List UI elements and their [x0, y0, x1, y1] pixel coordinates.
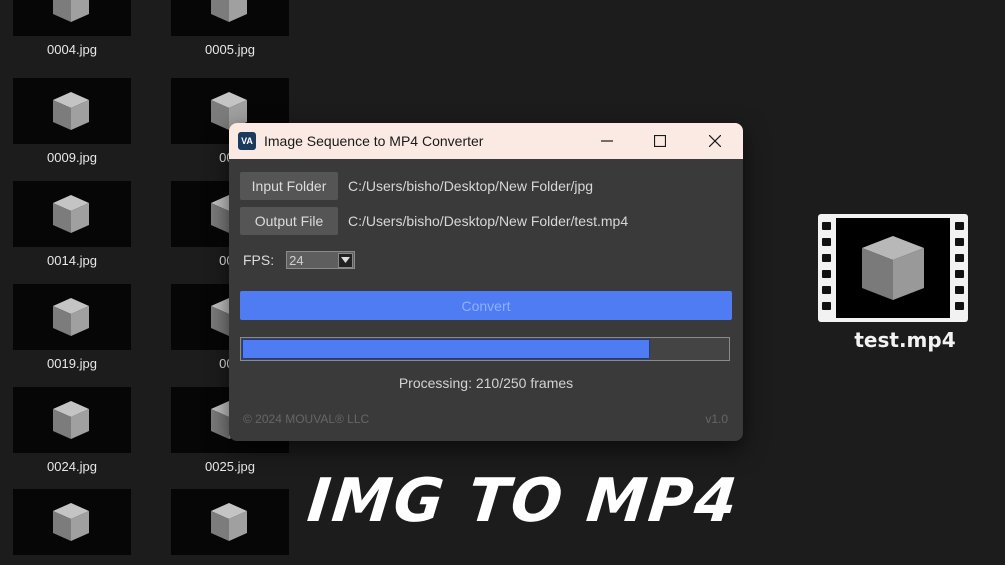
close-button[interactable] [692, 123, 738, 159]
title-bar[interactable]: VA Image Sequence to MP4 Converter [229, 123, 743, 159]
progress-bar [240, 337, 730, 361]
convert-button[interactable]: Convert [240, 291, 732, 320]
cube-thumbnail-image [171, 489, 289, 555]
file-label: 0014.jpg [47, 253, 97, 268]
converter-window: VA Image Sequence to MP4 Converter Input… [229, 123, 743, 441]
cube-thumbnail-image [13, 0, 131, 36]
file-label: 0009.jpg [47, 150, 97, 165]
sprocket-hole [955, 286, 964, 294]
input-folder-row: Input Folder C:/Users/bisho/Desktop/New … [240, 172, 593, 200]
input-folder-path: C:/Users/bisho/Desktop/New Folder/jpg [348, 178, 594, 194]
file-label: 0024.jpg [47, 459, 97, 474]
file-thumbnail[interactable] [12, 489, 132, 561]
fps-label: FPS: [243, 252, 275, 268]
input-folder-button[interactable]: Input Folder [240, 172, 338, 200]
sprocket-hole [955, 270, 964, 278]
sprocket-hole [822, 286, 831, 294]
status-text: Processing: 210/250 frames [398, 375, 574, 391]
cube-thumbnail-image [13, 181, 131, 247]
sprocket-hole [955, 238, 964, 246]
close-icon [709, 135, 721, 147]
file-thumbnail[interactable]: 0019.jpg [12, 284, 132, 371]
sprocket-hole [822, 302, 831, 310]
sprocket-hole [955, 302, 964, 310]
fps-value: 24 [289, 253, 304, 268]
sprocket-hole [955, 254, 964, 262]
maximize-button[interactable] [637, 123, 683, 159]
cube-thumbnail-image [13, 78, 131, 144]
sprocket-hole [822, 254, 831, 262]
sprocket-hole [822, 270, 831, 278]
file-label: 0025.jpg [205, 459, 255, 474]
cube-icon [862, 236, 924, 300]
version-text: v1.0 [705, 412, 728, 426]
output-file-path: C:/Users/bisho/Desktop/New Folder/test.m… [348, 213, 629, 229]
sprocket-hole [955, 222, 964, 230]
file-thumbnail[interactable]: 0009.jpg [12, 78, 132, 165]
file-thumbnail[interactable]: 0024.jpg [12, 387, 132, 474]
cube-thumbnail-image [171, 0, 289, 36]
banner-title: IMG TO MP4 [304, 466, 743, 536]
output-file-button[interactable]: Output File [240, 207, 338, 235]
minimize-button[interactable] [584, 123, 630, 159]
sprocket-hole [822, 238, 831, 246]
dropdown-arrow-button[interactable] [338, 253, 354, 268]
sprocket-hole [822, 222, 831, 230]
file-thumbnail[interactable] [170, 489, 290, 561]
file-label: 0019.jpg [47, 356, 97, 371]
film-strip-icon[interactable] [818, 214, 968, 324]
file-thumbnail[interactable]: 0004.jpg [12, 0, 132, 57]
copyright-text: © 2024 MOUVAL® LLC [243, 412, 370, 426]
cube-thumbnail-image [13, 489, 131, 555]
chevron-down-icon [341, 257, 351, 263]
maximize-icon [654, 135, 666, 147]
fps-dropdown[interactable]: 24 [286, 251, 356, 269]
output-file-row: Output File C:/Users/bisho/Desktop/New F… [240, 207, 628, 235]
cube-thumbnail-image [13, 284, 131, 350]
progress-bar-fill [242, 339, 650, 359]
file-label: 0004.jpg [47, 42, 97, 57]
file-thumbnail[interactable]: 0014.jpg [12, 181, 132, 268]
window-title: Image Sequence to MP4 Converter [264, 133, 484, 149]
app-logo-icon: VA [238, 132, 256, 150]
file-thumbnail[interactable]: 0005.jpg [170, 0, 290, 57]
minimize-icon [601, 140, 613, 142]
file-label: 0005.jpg [205, 42, 255, 57]
film-preview [836, 218, 950, 318]
cube-thumbnail-image [13, 387, 131, 453]
output-file-label[interactable]: test.mp4 [820, 328, 990, 352]
fps-row: FPS: 24 [243, 251, 356, 269]
